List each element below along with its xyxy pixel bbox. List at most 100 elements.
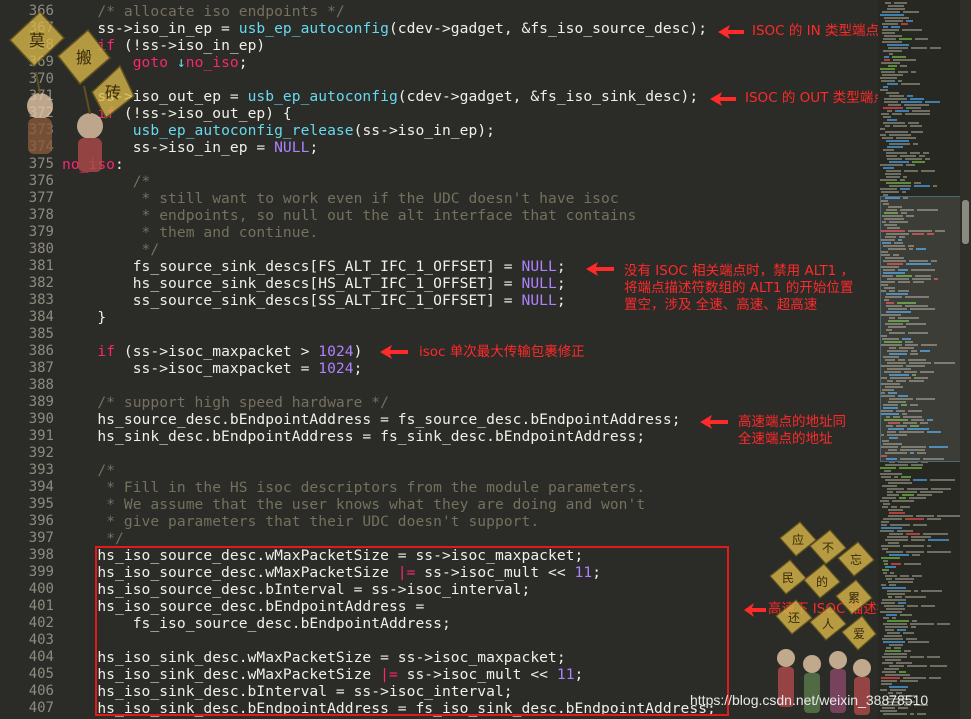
line-number: 390 xyxy=(28,411,54,427)
code-line[interactable]: } xyxy=(62,309,106,326)
minimap-line xyxy=(888,104,901,106)
minimap-line xyxy=(887,593,905,595)
line-number: 402 xyxy=(28,615,54,631)
minimap-line xyxy=(881,545,900,547)
code-token: ; xyxy=(556,275,566,292)
minimap-line xyxy=(891,26,900,28)
minimap-line xyxy=(882,41,902,43)
minimap-line xyxy=(897,530,913,532)
code-line[interactable]: ss->isoc_maxpacket = 1024; xyxy=(62,360,363,377)
minimap-line xyxy=(880,14,904,16)
minimap-line xyxy=(886,176,900,178)
vertical-scrollbar[interactable] xyxy=(960,0,971,719)
line-number: 391 xyxy=(28,428,54,444)
code-line[interactable]: * endpoints, so null out the alt interfa… xyxy=(62,207,637,224)
code-line[interactable]: fs_source_sink_descs[FS_ALT_IFC_1_OFFSET… xyxy=(62,258,566,275)
code-line[interactable]: hs_source_sink_descs[HS_ALT_IFC_1_OFFSET… xyxy=(62,275,566,292)
minimap-line xyxy=(881,602,895,604)
minimap-line xyxy=(908,122,919,124)
minimap-line xyxy=(906,107,921,109)
code-line[interactable]: ss_source_sink_descs[SS_ALT_IFC_1_OFFSET… xyxy=(62,292,566,309)
minimap-line xyxy=(886,614,897,616)
minimap-line xyxy=(910,152,920,154)
minimap-line xyxy=(885,464,908,466)
line-number: 384 xyxy=(28,309,54,325)
minimap-line xyxy=(880,128,885,130)
minimap-line xyxy=(888,65,897,67)
minimap-line xyxy=(887,488,904,490)
minimap-line xyxy=(882,32,895,34)
minimap-line xyxy=(904,650,911,652)
minimap-line xyxy=(886,608,905,610)
code-line[interactable]: * still want to work even if the UDC doe… xyxy=(62,190,619,207)
line-number: 380 xyxy=(28,241,54,257)
sticker-char: 人 xyxy=(822,617,834,631)
minimap-line xyxy=(881,62,900,64)
line-number: 379 xyxy=(28,224,54,240)
annotation-out-ep: ISOC 的 OUT 类型端点 xyxy=(745,90,878,106)
minimap-line xyxy=(880,611,902,613)
code-line[interactable]: /* xyxy=(62,462,115,479)
minimap-line xyxy=(898,602,906,604)
minimap-line xyxy=(887,620,909,622)
minimap-line xyxy=(881,476,891,478)
minimap-line xyxy=(880,710,897,712)
minimap-line xyxy=(898,71,908,73)
minimap-line xyxy=(902,191,906,193)
code-line[interactable]: * Fill in the HS isoc descriptors from t… xyxy=(62,479,645,496)
line-number: 386 xyxy=(28,343,54,359)
minimap-line xyxy=(881,71,895,73)
code-line[interactable]: */ xyxy=(62,530,124,547)
code-line[interactable]: if (ss->isoc_maxpacket > 1024) xyxy=(62,343,362,360)
code-line[interactable]: ss->iso_out_ep = usb_ep_autoconfig(cdev-… xyxy=(62,88,698,105)
line-number: 407 xyxy=(28,700,54,716)
minimap-line xyxy=(887,110,892,112)
code-line[interactable]: /* support high speed hardware */ xyxy=(62,394,389,411)
arrow-left-icon xyxy=(380,345,408,359)
minimap-line xyxy=(907,488,928,490)
minimap-line xyxy=(880,500,889,502)
minimap-line xyxy=(881,680,897,682)
minimap-line xyxy=(880,530,894,532)
arrow-left-icon xyxy=(744,603,766,617)
minimap-line xyxy=(885,629,894,631)
minimap[interactable] xyxy=(878,0,971,719)
code-editor[interactable]: 3663673683693703713723733743753763773783… xyxy=(0,0,878,719)
minimap-line xyxy=(886,152,907,154)
sticker-char: 的 xyxy=(816,574,828,589)
minimap-line xyxy=(930,479,955,481)
code-line[interactable]: */ xyxy=(62,241,160,258)
minimap-line xyxy=(896,662,912,664)
minimap-line xyxy=(914,185,930,187)
minimap-line xyxy=(903,176,907,178)
minimap-line xyxy=(882,548,888,550)
minimap-line xyxy=(904,563,921,565)
code-line[interactable]: ss->iso_in_ep = usb_ep_autoconfig(cdev->… xyxy=(62,20,707,37)
minimap-line xyxy=(900,65,907,67)
minimap-line xyxy=(887,8,905,10)
minimap-line xyxy=(887,146,903,148)
code-line[interactable]: hs_sink_desc.bEndpointAddress = fs_sink_… xyxy=(62,428,645,445)
minimap-line xyxy=(901,101,922,103)
scrollbar-thumb[interactable] xyxy=(962,200,969,244)
annotation-no-iso-1: 没有 ISOC 相关端点时，禁用 ALT1 ， xyxy=(624,263,855,279)
code-token: * We assume that the user knows what the… xyxy=(106,496,646,513)
code-token: */ xyxy=(141,241,160,258)
minimap-line xyxy=(884,101,898,103)
minimap-line xyxy=(890,689,906,691)
minimap-line xyxy=(899,467,922,469)
minimap-line xyxy=(882,23,898,25)
minimap-viewport[interactable] xyxy=(880,196,962,462)
code-token: ss->isoc_maxpacket = xyxy=(62,360,319,377)
arrow-left-icon xyxy=(586,262,614,276)
code-line[interactable]: * them and continue. xyxy=(62,224,319,241)
minimap-line xyxy=(887,44,909,46)
code-line[interactable]: * We assume that the user knows what the… xyxy=(62,496,645,513)
code-line[interactable]: hs_source_desc.bEndpointAddress = fs_sou… xyxy=(62,411,681,428)
code-line[interactable]: * give parameters that their UDC doesn't… xyxy=(62,513,539,530)
minimap-line xyxy=(920,491,943,493)
minimap-line xyxy=(883,50,902,52)
line-number: 396 xyxy=(28,513,54,529)
